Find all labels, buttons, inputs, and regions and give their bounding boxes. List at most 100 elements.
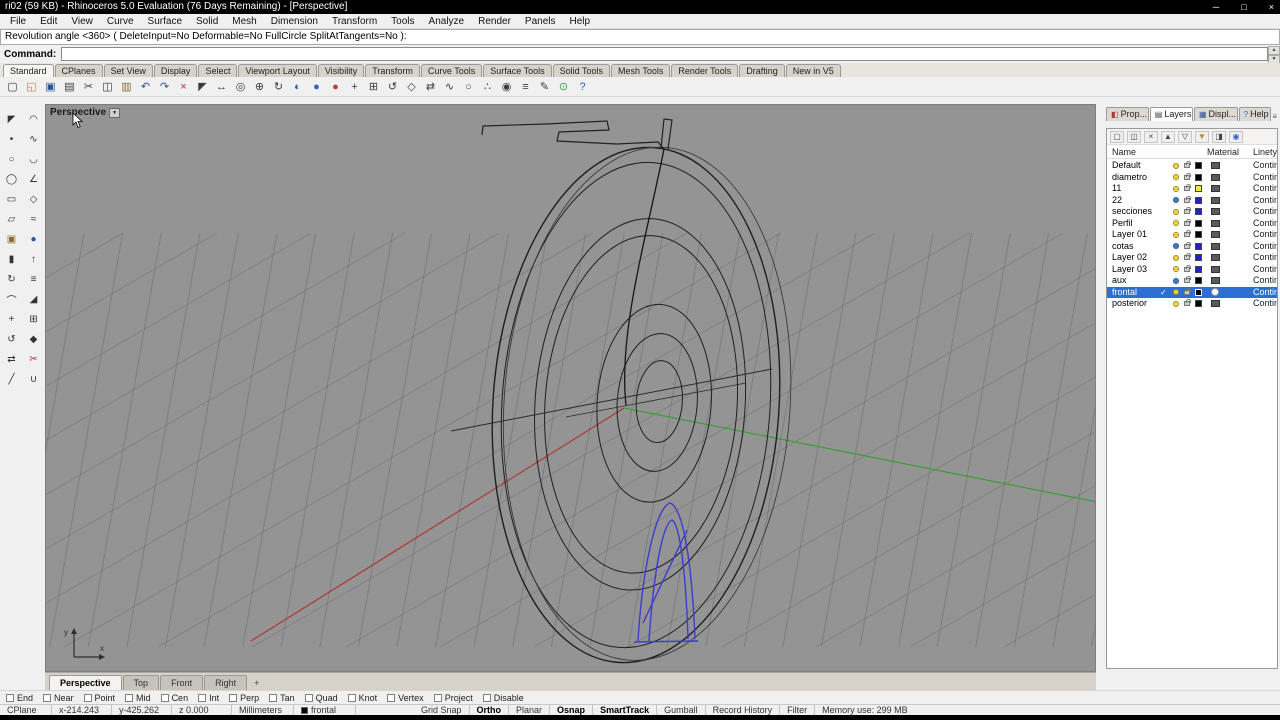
layer-linetype[interactable]: Contin... <box>1253 183 1277 195</box>
layer-material-icon[interactable] <box>1211 185 1220 192</box>
move-tool-icon[interactable]: + <box>4 311 20 327</box>
column-header-material[interactable]: Material <box>1207 145 1239 158</box>
status-toggle[interactable]: Ortho <box>470 705 510 715</box>
layer-visibility-bulb-icon[interactable] <box>1173 197 1179 203</box>
fillet-tool-icon[interactable]: ⌒ <box>4 291 20 307</box>
layer-linetype[interactable]: Contin... <box>1253 275 1277 287</box>
viewport-perspective[interactable]: Perspective ▼ y x <box>45 104 1096 672</box>
revolve-tool-icon[interactable]: ↻ <box>4 271 20 287</box>
layer-material-icon[interactable] <box>1211 288 1219 296</box>
layer-row[interactable]: cotas ✓ Contin... <box>1107 241 1277 253</box>
layer-lock-icon[interactable] <box>1184 207 1191 214</box>
layer-row[interactable]: 11 ✓ Contin... <box>1107 183 1277 195</box>
globe-icon[interactable]: ◉ <box>1229 130 1243 143</box>
current-layer-indicator[interactable]: frontal <box>294 705 356 715</box>
layer-material-icon[interactable] <box>1211 300 1220 307</box>
layer-material-icon[interactable] <box>1211 254 1220 261</box>
layer-color-swatch[interactable] <box>1195 173 1202 181</box>
layer-linetype[interactable]: Contin... <box>1253 229 1277 241</box>
viewport-menu-arrow-icon[interactable]: ▼ <box>109 107 121 118</box>
point-tool-icon[interactable]: • <box>4 131 20 147</box>
layer-material-icon[interactable] <box>1211 242 1220 250</box>
command-input[interactable] <box>61 47 1268 61</box>
mirror-icon[interactable]: ⇄ <box>422 79 439 95</box>
cylinder-tool-icon[interactable]: ▮ <box>4 251 20 267</box>
osnap-checkbox[interactable] <box>229 693 238 702</box>
layer-row[interactable]: secciones ✓ Contin... <box>1107 206 1277 218</box>
osnap-toggle[interactable]: Perp <box>229 693 259 703</box>
osnap-toggle[interactable]: Knot <box>347 693 377 703</box>
units-readout[interactable]: Millimeters <box>232 705 294 715</box>
scale-icon[interactable]: ◇ <box>403 79 420 95</box>
new-file-icon[interactable]: ▢ <box>4 79 21 95</box>
layer-color-swatch[interactable] <box>1195 288 1202 296</box>
control-points-icon[interactable]: ∴ <box>479 79 496 95</box>
menu-item[interactable]: Curve <box>100 14 141 28</box>
toolbar-tab[interactable]: Drafting <box>739 64 785 77</box>
toolbar-tab[interactable]: Select <box>198 64 238 77</box>
layer-row[interactable]: Default ✓ Contin... <box>1107 160 1277 172</box>
layer-color-swatch[interactable] <box>1195 231 1202 238</box>
status-toggle[interactable]: Planar <box>509 705 551 715</box>
osnap-toggle[interactable]: Disable <box>482 693 524 703</box>
chamfer-tool-icon[interactable]: ◢ <box>26 291 42 307</box>
layer-lock-icon[interactable] <box>1184 276 1191 283</box>
zoom-window-icon[interactable]: ◎ <box>232 79 249 95</box>
layer-lock-icon[interactable] <box>1184 287 1191 295</box>
menu-item[interactable]: Help <box>563 14 598 28</box>
menu-item[interactable]: View <box>64 14 100 28</box>
tab-properties[interactable]: ◧ Prop... <box>1106 107 1149 121</box>
layer-visibility-bulb-icon[interactable] <box>1173 208 1179 215</box>
object-snap-icon[interactable]: ◉ <box>498 79 515 95</box>
toolbar-tab[interactable]: CPlanes <box>54 64 103 77</box>
osnap-toggle[interactable]: Int <box>198 693 219 703</box>
center-chord-line[interactable] <box>450 368 773 432</box>
osnap-toggle[interactable]: Vertex <box>387 693 424 703</box>
status-toggle[interactable]: Gumball <box>657 705 706 715</box>
osnap-toggle[interactable]: Project <box>433 693 473 703</box>
toolbar-tab[interactable]: Set View <box>103 64 153 77</box>
viewport-tab[interactable]: Top <box>122 675 160 690</box>
layer-row[interactable]: 22 ✓ Contin... <box>1107 195 1277 207</box>
layer-visibility-bulb-icon[interactable] <box>1173 254 1179 261</box>
join-tool-icon[interactable]: ∪ <box>26 371 42 387</box>
viewport-tab[interactable]: Right <box>204 675 248 690</box>
maximize-button[interactable]: □ <box>1241 0 1246 14</box>
viewport-title[interactable]: Perspective ▼ <box>50 107 121 118</box>
toolbar-tab[interactable]: Display <box>153 64 198 77</box>
layer-linetype[interactable]: Contin... <box>1253 298 1277 310</box>
menu-item[interactable]: Render <box>471 14 518 28</box>
menu-item[interactable]: Tools <box>384 14 421 28</box>
layer-color-swatch[interactable] <box>1195 219 1202 227</box>
layer-lock-icon[interactable] <box>1184 195 1191 203</box>
wheel-seam-curve[interactable] <box>623 148 665 406</box>
layer-row[interactable]: frontal ✓ Contin... <box>1107 286 1277 298</box>
rotate-tool-icon[interactable]: ↺ <box>4 331 20 347</box>
scroll-up-icon[interactable]: ▲ <box>1268 46 1280 55</box>
circle-icon[interactable]: ○ <box>460 79 477 95</box>
layer-color-swatch[interactable] <box>1195 300 1202 307</box>
gumball-icon[interactable]: ⊙ <box>555 79 572 95</box>
tab-layers[interactable]: ▤ Layers <box>1149 107 1193 121</box>
osnap-checkbox[interactable] <box>6 693 14 702</box>
layer-row[interactable]: posterior ✓ Contin... <box>1107 298 1277 310</box>
toolbar-tab[interactable]: Transform <box>365 64 420 77</box>
layer-linetype[interactable]: Contin... <box>1253 264 1277 276</box>
cplane-button[interactable]: CPlane <box>0 705 52 715</box>
wheel-wireframe[interactable] <box>475 137 807 672</box>
extrude-tool-icon[interactable]: ↑ <box>26 251 42 267</box>
layer-material-icon[interactable] <box>1211 277 1220 284</box>
layer-row[interactable]: Layer 01 ✓ Contin... <box>1107 229 1277 241</box>
layer-visibility-bulb-icon[interactable] <box>1173 220 1179 226</box>
osnap-checkbox[interactable] <box>43 693 52 702</box>
toolbar-tab[interactable]: Solid Tools <box>552 64 610 77</box>
pan-view-icon[interactable]: ↔ <box>213 79 230 95</box>
layer-linetype[interactable]: Contin... <box>1253 218 1277 230</box>
osnap-toggle[interactable]: Near <box>43 693 74 703</box>
layer-visibility-bulb-icon[interactable] <box>1173 162 1179 169</box>
layer-lock-icon[interactable] <box>1184 218 1191 226</box>
layer-linetype[interactable]: Contin... <box>1253 195 1277 207</box>
osnap-checkbox[interactable] <box>160 693 169 702</box>
zoom-extents-icon[interactable]: ⊕ <box>251 79 268 95</box>
tab-help[interactable]: ? Help <box>1238 107 1272 121</box>
